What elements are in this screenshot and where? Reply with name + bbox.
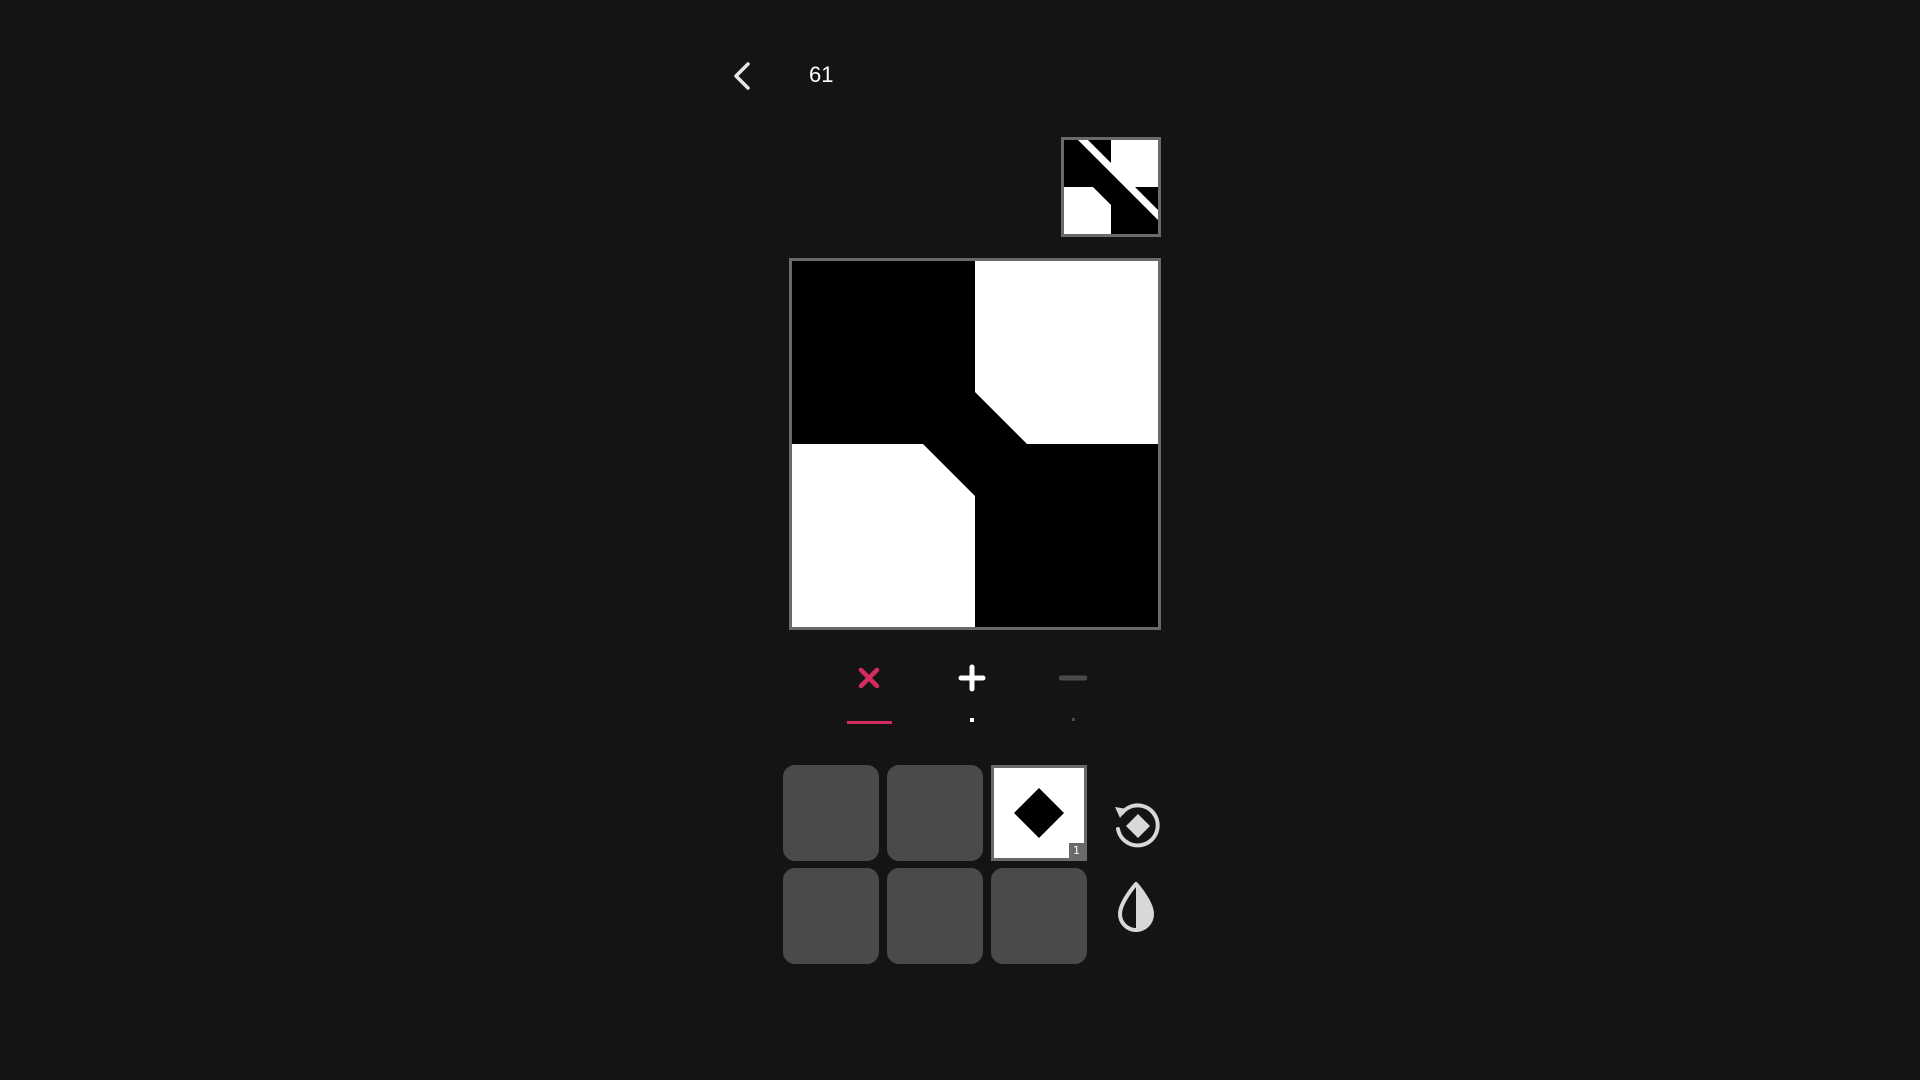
invert-button[interactable] bbox=[1108, 880, 1164, 936]
level-number: 61 bbox=[809, 62, 834, 87]
game-canvas[interactable] bbox=[789, 258, 1161, 630]
invert-icon bbox=[1118, 882, 1154, 932]
piece-slot-empty[interactable] bbox=[783, 868, 879, 964]
add-operation-indicator bbox=[970, 718, 974, 722]
plus-icon bbox=[958, 664, 986, 692]
rotate-icon bbox=[1115, 803, 1160, 848]
minus-icon bbox=[1059, 675, 1087, 681]
piece-count-badge: 1 bbox=[1069, 843, 1084, 858]
back-button[interactable] bbox=[722, 56, 762, 96]
subtract-operation-indicator bbox=[1072, 718, 1075, 721]
piece-slot-empty[interactable] bbox=[991, 868, 1087, 964]
close-icon bbox=[858, 667, 880, 689]
rotate-button[interactable] bbox=[1108, 797, 1164, 853]
active-operation-underline bbox=[847, 721, 892, 724]
target-preview bbox=[1061, 137, 1161, 237]
piece-slot-empty[interactable] bbox=[783, 765, 879, 861]
piece-slot-empty[interactable] bbox=[887, 765, 983, 861]
piece-slot-diamond[interactable]: 1 bbox=[991, 765, 1087, 861]
multiply-operation-tab[interactable] bbox=[839, 658, 899, 718]
current-pattern bbox=[792, 261, 1158, 627]
piece-slot-empty[interactable] bbox=[887, 868, 983, 964]
subtract-operation-tab[interactable] bbox=[1043, 658, 1103, 718]
chevron-left-icon bbox=[734, 62, 750, 90]
target-pattern bbox=[1064, 140, 1158, 234]
add-operation-tab[interactable] bbox=[942, 658, 1002, 718]
